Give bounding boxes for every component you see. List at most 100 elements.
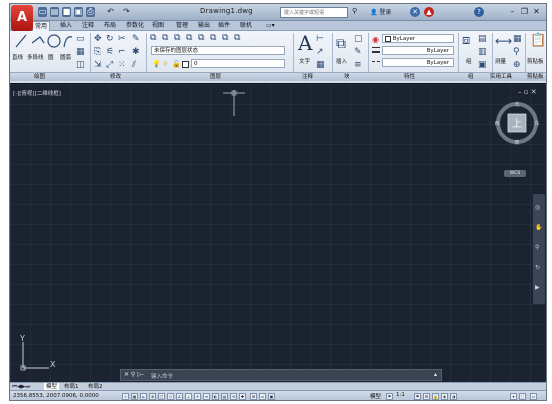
linetype-dropdown[interactable]: ByLayer [382,58,454,67]
stretch-icon[interactable]: ⇲ [94,60,102,70]
lineweight-toggle[interactable]: ≡ [203,393,210,400]
status-extra-icon[interactable]: ▫ [530,393,537,400]
explode-icon[interactable]: ✱ [132,47,140,57]
panel-modify[interactable]: 修改 [110,73,121,82]
edit-block-icon[interactable]: ✎ [354,47,362,57]
new-icon[interactable]: ▭ [38,7,47,17]
circle-tool-label[interactable]: 圆 [48,53,54,61]
compass-south[interactable]: 南 [514,139,519,146]
move-icon[interactable]: ✥ [94,34,102,44]
group-select-icon[interactable]: ▣ [478,60,487,70]
open-icon[interactable]: ▤ [50,7,59,17]
paste-label[interactable]: 剪贴板 [527,57,544,65]
lock-ui-icon[interactable]: 🔒 [432,393,439,400]
clean-screen-icon[interactable]: ⬚ [519,393,526,400]
snap-toggle[interactable]: ⊹ [122,393,129,400]
print-icon[interactable]: ⎙ [86,7,95,17]
viewcube-top-face[interactable]: 上 [512,118,522,130]
polyline-tool-label[interactable]: 多段线 [27,53,44,61]
tab-1[interactable]: 插入 [58,21,74,31]
tab-9[interactable]: 联机 [238,21,254,31]
search-input[interactable]: 键入关键字或短语 [280,7,348,18]
insert-block-icon[interactable]: ⧉ [336,37,346,51]
compass-west[interactable]: 西 [494,121,499,127]
layer-iso-icon[interactable]: ⧉ [174,33,180,43]
create-block-icon[interactable]: ▢ [354,34,363,44]
tab-0[interactable]: 常用 [32,21,51,31]
ucs-toggle[interactable]: ⊞ [250,393,257,400]
paste-icon[interactable]: 📋 [530,34,546,47]
group-icon[interactable]: ⧈ [462,34,470,47]
annomonitor-toggle[interactable]: ✚ [239,393,246,400]
calc-icon[interactable]: ▦ [513,34,522,44]
table-icon[interactable]: ▦ [316,60,325,70]
measure-icon[interactable]: ⟷ [495,35,512,47]
layer-properties-icon[interactable]: ⧉ [150,33,156,43]
annotation-scale[interactable]: 1:1 [396,392,405,398]
compass-north[interactable]: 北 [514,101,519,108]
application-menu-button[interactable]: A [11,5,33,31]
quickprops-toggle[interactable]: ▤ [221,393,228,400]
panel-group[interactable]: 组 [468,73,474,82]
panel-utilities[interactable]: 实用工具 [490,73,512,82]
measure-label[interactable]: 测量 [495,57,506,65]
osnap-toggle[interactable]: □ [158,393,165,400]
showmotion-icon[interactable]: ▶ [535,284,540,291]
tab-2[interactable]: 注释 [80,21,96,31]
panel-properties[interactable]: 特性 [404,73,415,82]
pan-icon[interactable]: ✋ [535,224,542,231]
tab-5[interactable]: 视图 [150,21,166,31]
orbit-icon[interactable]: ↻ [535,264,540,271]
text-tool-label[interactable]: 文字 [299,57,310,65]
wcs-menu[interactable]: WCS [504,170,526,177]
lineweight-dropdown[interactable]: ByLayer [382,46,454,55]
command-line-buttons[interactable]: ✕ ⚲ ▷- [124,371,144,378]
close-button[interactable]: ✕ [530,6,543,18]
command-expand-icon[interactable]: ▴ [434,371,437,378]
tab-7[interactable]: 输出 [196,21,212,31]
id-point-icon[interactable]: ⊕ [513,60,521,70]
command-input[interactable]: 键入命令 [151,372,173,380]
text-icon[interactable]: A [298,32,312,54]
ortho-toggle[interactable]: ⊾ [140,393,147,400]
tab-8[interactable]: 插件 [216,21,232,31]
hardware-accel-icon[interactable]: ◈ [441,393,448,400]
tab-4[interactable]: 参数化 [124,21,146,31]
hatch-icon[interactable]: ▦ [76,47,85,57]
transparency-toggle[interactable]: ◐ [212,393,219,400]
leader-icon[interactable]: ↗ [316,47,324,57]
coordinates-readout[interactable]: 2356.8553, 2007.0906, 0.0000 [13,392,99,400]
layer-off-icon[interactable]: ⧉ [198,33,204,43]
scale-icon[interactable]: ⤢ [106,60,113,70]
tab-3[interactable]: 布局 [102,21,118,31]
command-line[interactable]: ✕ ⚲ ▷- 键入命令 ▴ [120,369,442,381]
annotation-autoscale-toggle[interactable]: ⚑ [414,393,421,400]
exchange-icon[interactable]: ✕ [410,7,420,17]
compass-east[interactable]: 东 [534,120,539,127]
viewport-controls-label[interactable]: [-][俯视][二维线框] [13,89,61,97]
search-icon[interactable]: ⚲ [352,7,357,15]
dyn-toggle[interactable]: + [194,393,201,400]
layer-state-dropdown[interactable]: 未保存的图层状态 [151,46,285,55]
undo-icon[interactable]: ↶ [106,7,115,17]
group-edit-icon[interactable]: ▥ [478,47,487,57]
line-tool-label[interactable]: 直线 [12,53,23,61]
panel-layer[interactable]: 图层 [210,73,221,82]
panel-annotation[interactable]: 注释 [302,73,313,82]
saveas-icon[interactable]: ▣ [74,7,83,17]
viewcube[interactable]: 上 北 南 东 西 [494,100,540,146]
dimension-icon[interactable]: ⊢ [316,34,324,44]
zoom-icon[interactable]: ⚲ [535,244,539,251]
layer-lock-icon[interactable]: ⧉ [222,33,228,43]
group-label[interactable]: 组 [466,57,472,65]
drawing-viewport[interactable]: [-][俯视][二维线框] – ▫ ✕ 上 北 南 东 西 WCS ◎ ✋ ⚲ … [10,83,546,383]
region-icon[interactable]: ◫ [76,60,85,70]
otrack-toggle[interactable]: ∠ [176,393,183,400]
current-layer-dropdown[interactable]: 0 [191,59,285,68]
polar-toggle[interactable]: ⊗ [149,393,156,400]
array-icon[interactable]: ⁙ [118,60,126,70]
autodesk-icon[interactable]: ▲ [424,7,434,17]
mirror-icon[interactable]: ⚟ [106,47,114,57]
insert-label[interactable]: 插入 [336,57,347,65]
color-dropdown[interactable]: ByLayer [382,34,454,43]
